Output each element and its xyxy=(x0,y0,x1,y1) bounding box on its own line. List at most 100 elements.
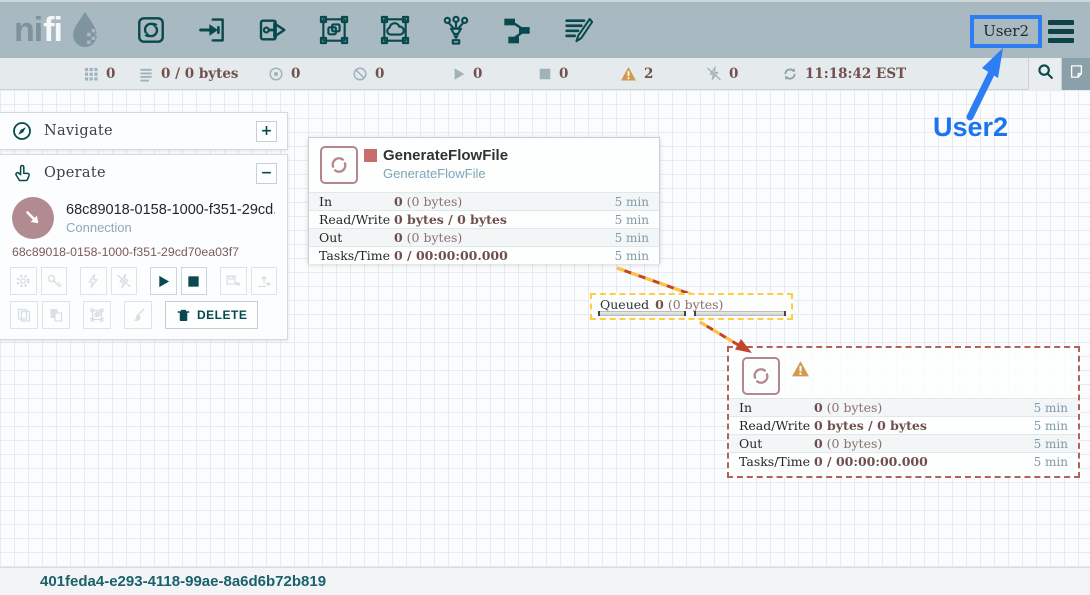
last-refresh-time: 11:18:42 EST xyxy=(805,66,906,82)
copy-button[interactable] xyxy=(10,301,38,329)
footer-bar: 401feda4-e293-4118-99ae-8a6d6b72b819 xyxy=(0,567,1090,595)
search-icon xyxy=(1037,63,1054,85)
transmitting-icon xyxy=(268,66,284,82)
processor-stamp-icon xyxy=(742,357,780,395)
active-threads-stat: 0 xyxy=(84,58,115,90)
note-icon xyxy=(1069,64,1084,84)
selected-component-name: 68c89018-0158-1000-f351-29cd... xyxy=(66,202,275,218)
processor-stats: In 0 (0 bytes) 5 min Read/Write 0 bytes … xyxy=(729,398,1078,470)
disabled-stat: 0 xyxy=(706,58,738,90)
global-menu-icon[interactable] xyxy=(1048,20,1074,43)
key-button[interactable] xyxy=(41,267,68,295)
stop-icon xyxy=(538,67,552,81)
invalid-stat: 2 xyxy=(620,58,653,90)
queue-size-bar xyxy=(598,311,686,316)
running-count: 0 xyxy=(473,66,482,82)
refresh-icon[interactable] xyxy=(782,66,798,82)
refresh-stat: 11:18:42 EST xyxy=(782,58,906,90)
logo-text-ni: ni xyxy=(14,11,42,49)
color-button[interactable] xyxy=(124,301,152,329)
save-template-icon[interactable] xyxy=(220,267,247,295)
grid-icon xyxy=(84,67,99,82)
total-queued-count: 0 / 0 bytes xyxy=(161,66,239,82)
stat-row-out: Out 0 (0 bytes) 5 min xyxy=(729,434,1078,452)
connection-queued-label[interactable]: Queued0 (0 bytes) xyxy=(590,293,793,320)
upload-template-icon[interactable] xyxy=(251,267,278,295)
flow-canvas[interactable]: Navigate + Operate − 68c89018-0158-1000-… xyxy=(0,90,1090,567)
current-user-button[interactable]: User2 xyxy=(970,15,1042,48)
configure-button[interactable] xyxy=(10,267,37,295)
stat-row-in: In 0 (0 bytes) 5 min xyxy=(729,398,1078,416)
stop-button[interactable] xyxy=(181,267,208,295)
processor-stamp-icon xyxy=(320,146,358,184)
active-threads-count: 0 xyxy=(106,66,115,82)
logo-text-fi: fi xyxy=(43,11,62,49)
navigate-title: Navigate xyxy=(44,123,113,139)
search-button[interactable] xyxy=(1028,58,1062,90)
component-toolbar xyxy=(134,13,595,47)
selected-component: 68c89018-0158-1000-f351-29cd... Connecti… xyxy=(0,191,287,241)
operate-title: Operate xyxy=(44,165,106,181)
stat-row-readwrite: Read/Write 0 bytes / 0 bytes 5 min xyxy=(729,416,1078,434)
operate-collapse-button[interactable]: − xyxy=(256,163,277,184)
funnel-icon[interactable] xyxy=(439,13,473,47)
remote-process-group-icon[interactable] xyxy=(378,13,412,47)
running-stat: 0 xyxy=(452,58,482,90)
invalid-count: 2 xyxy=(644,66,653,82)
input-port-icon[interactable] xyxy=(195,13,229,47)
not-transmitting-stat: 0 xyxy=(352,58,384,90)
stopped-stat: 0 xyxy=(538,58,568,90)
stat-row-tasks: Tasks/Time 0 / 00:00:00.000 5 min xyxy=(729,452,1078,470)
flow-id: 401feda4-e293-4118-99ae-8a6d6b72b819 xyxy=(40,573,326,590)
stat-row-tasks: Tasks/Time 0 / 00:00:00.000 5 min xyxy=(309,246,659,264)
group-button[interactable] xyxy=(83,301,111,329)
connection-type-icon xyxy=(12,197,54,239)
disabled-icon xyxy=(706,66,722,82)
delete-button-label: DELETE xyxy=(197,308,247,322)
queued-label: Queued xyxy=(600,297,649,312)
transmitting-count: 0 xyxy=(291,66,300,82)
operate-buttons-row1 xyxy=(0,267,287,295)
queue-percent-bar xyxy=(694,311,786,316)
processor-type: GenerateFlowFile xyxy=(383,166,486,181)
play-icon xyxy=(452,67,466,81)
label-icon[interactable] xyxy=(561,13,595,47)
processor-ghost[interactable]: In 0 (0 bytes) 5 min Read/Write 0 bytes … xyxy=(727,346,1080,478)
list-icon xyxy=(138,67,154,82)
droplet-icon xyxy=(64,7,106,53)
navigate-panel: Navigate + xyxy=(0,112,288,150)
processor-generateflowfile[interactable]: GenerateFlowFile GenerateFlowFile In 0 (… xyxy=(308,137,660,264)
selected-component-type: Connection xyxy=(66,220,275,235)
processor-title: GenerateFlowFile xyxy=(383,147,508,164)
current-user-label: User2 xyxy=(983,22,1029,40)
start-button[interactable] xyxy=(150,267,177,295)
stopped-state-icon xyxy=(364,149,377,162)
compass-icon xyxy=(12,121,32,141)
template-icon[interactable] xyxy=(500,13,534,47)
navigate-header: Navigate + xyxy=(0,113,287,149)
enable-button[interactable] xyxy=(80,267,107,295)
transmitting-stat: 0 xyxy=(268,58,300,90)
selected-component-id: 68c89018-0158-1000-f351-29cd70ea03f7 xyxy=(0,241,287,267)
bulletin-button[interactable] xyxy=(1062,58,1090,90)
flow-status-bar: 0 0 / 0 bytes 0 0 0 0 2 0 xyxy=(0,58,1090,90)
process-group-icon[interactable] xyxy=(317,13,351,47)
total-queued-stat: 0 / 0 bytes xyxy=(138,58,239,90)
processor-stats: In 0 (0 bytes) 5 min Read/Write 0 bytes … xyxy=(309,192,659,264)
invalid-warning-icon xyxy=(791,360,810,383)
output-port-icon[interactable] xyxy=(256,13,290,47)
not-transmitting-count: 0 xyxy=(375,66,384,82)
trash-icon xyxy=(176,308,191,323)
operate-buttons-row2: DELETE xyxy=(0,301,287,329)
processor-icon[interactable] xyxy=(134,13,168,47)
delete-button[interactable]: DELETE xyxy=(165,301,258,329)
disable-button[interactable] xyxy=(111,267,138,295)
warning-icon xyxy=(620,66,637,82)
not-transmitting-icon xyxy=(352,66,368,82)
hand-pointer-icon xyxy=(12,163,32,183)
stopped-count: 0 xyxy=(559,66,568,82)
paste-button[interactable] xyxy=(42,301,70,329)
canvas-palette: Navigate + Operate − 68c89018-0158-1000-… xyxy=(0,112,288,340)
stat-row-out: Out 0 (0 bytes) 5 min xyxy=(309,228,659,246)
navigate-expand-button[interactable]: + xyxy=(256,121,277,142)
